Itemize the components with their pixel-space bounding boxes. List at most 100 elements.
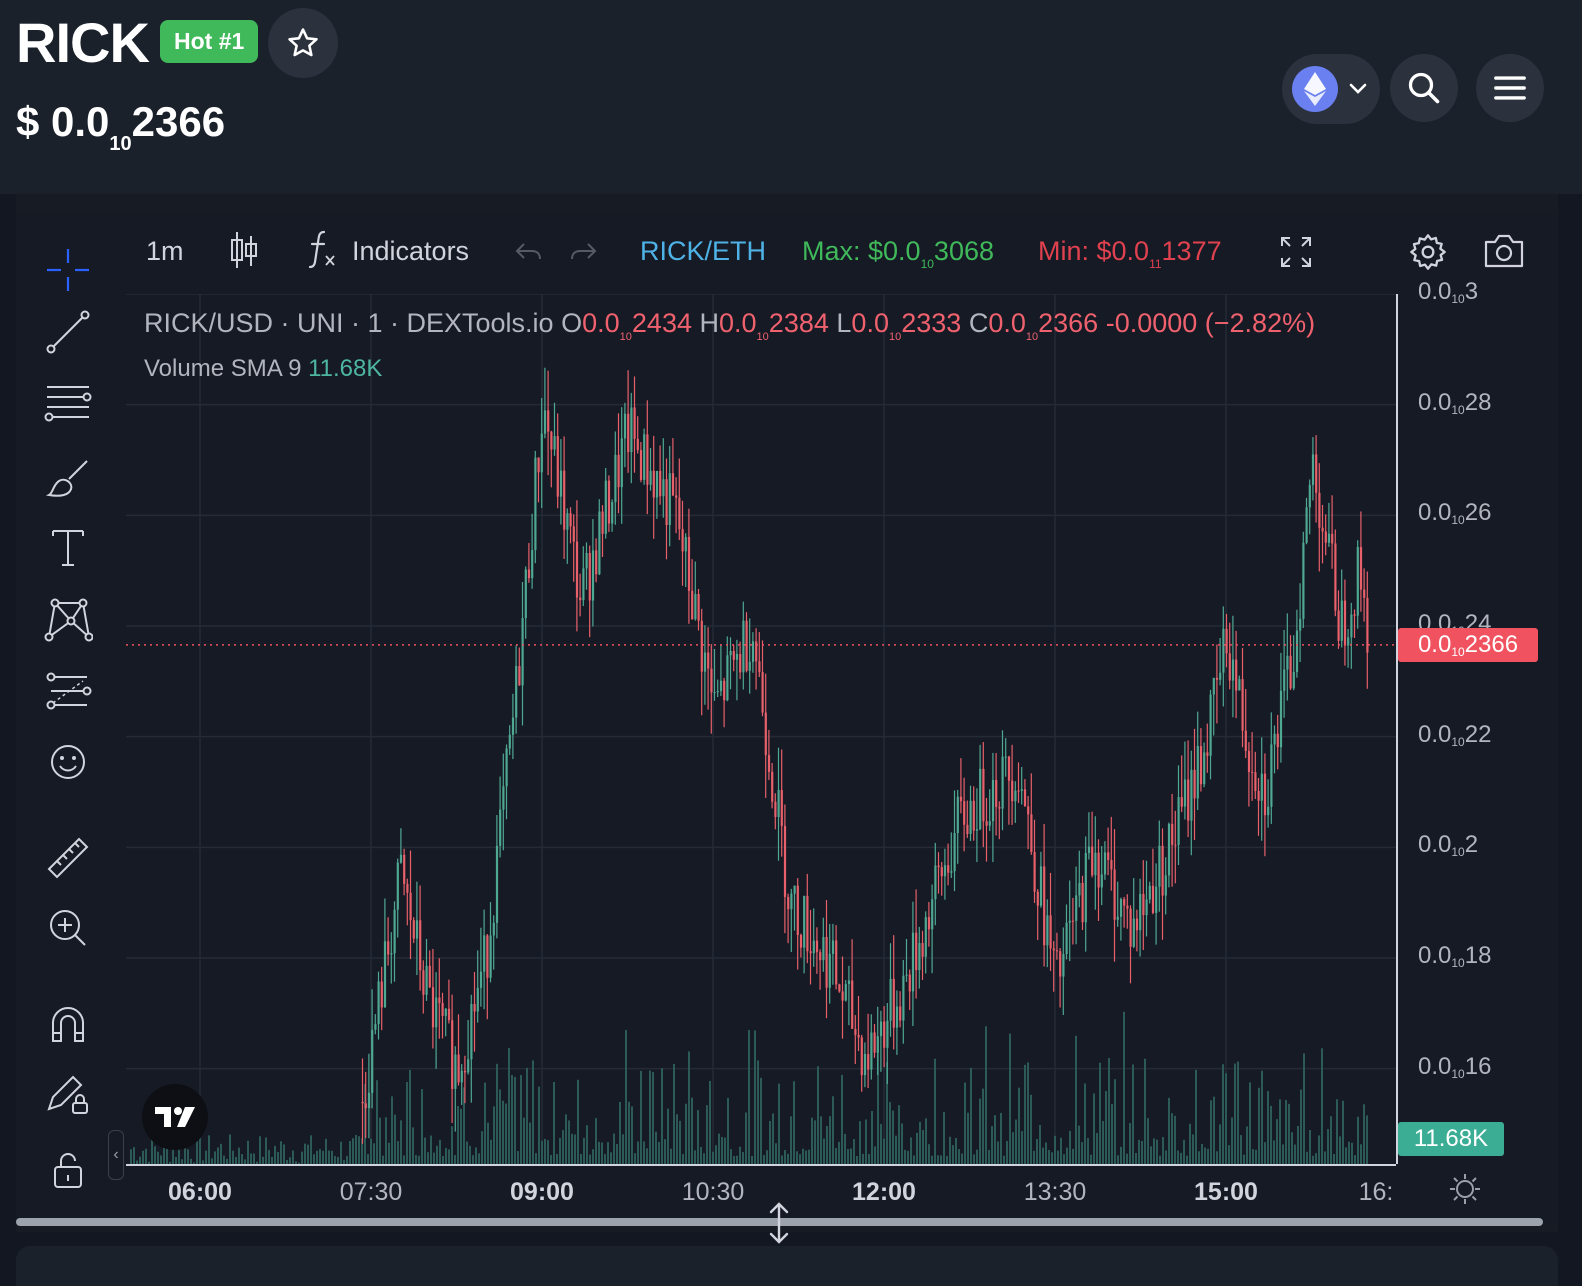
search-button[interactable] bbox=[1390, 54, 1458, 122]
volume-bar bbox=[436, 1145, 438, 1164]
volume-bar bbox=[649, 1070, 651, 1164]
volume-bar bbox=[1195, 1069, 1197, 1164]
menu-button[interactable] bbox=[1476, 54, 1544, 122]
candle-body bbox=[985, 821, 988, 826]
trend-line-tool[interactable] bbox=[40, 304, 96, 360]
candle-body bbox=[1183, 779, 1187, 807]
favorite-button[interactable] bbox=[268, 8, 338, 78]
volume-bar bbox=[793, 1081, 795, 1164]
candle-body bbox=[415, 920, 419, 939]
chain-selector[interactable] bbox=[1282, 54, 1380, 124]
brush-tool[interactable] bbox=[40, 450, 96, 506]
pair-switch-link[interactable]: RICK/ETH bbox=[640, 236, 766, 267]
candle-body bbox=[1356, 547, 1359, 616]
chart-type-button[interactable] bbox=[228, 230, 260, 277]
zoom-in-tool[interactable] bbox=[40, 900, 96, 956]
candle-body bbox=[870, 1032, 873, 1070]
ethereum-icon bbox=[1292, 66, 1338, 112]
candle-body bbox=[931, 899, 934, 930]
lock-all-drawings-tool[interactable] bbox=[40, 1142, 96, 1198]
candle-body bbox=[1267, 806, 1270, 816]
candle-body bbox=[1180, 797, 1183, 807]
time-axis-label: 10:30 bbox=[681, 1178, 745, 1206]
change-value: -0.0000 (−2.82%) bbox=[1105, 308, 1316, 338]
symbol-line: RICK/USD · UNI · 1 · DEXTools.io bbox=[144, 308, 554, 338]
candle-body bbox=[1263, 773, 1267, 816]
volume-bar bbox=[943, 1111, 945, 1164]
chart-settings-button[interactable] bbox=[1408, 232, 1448, 279]
price-plot[interactable] bbox=[126, 294, 1396, 1164]
candle-body bbox=[1139, 893, 1142, 931]
volume-bar bbox=[316, 1150, 318, 1164]
candle-body bbox=[950, 871, 953, 873]
candle-body bbox=[1238, 679, 1241, 691]
token-header: RICK Hot #1 $ 0.0102366 bbox=[0, 0, 1582, 194]
volume-bar bbox=[1135, 1152, 1137, 1164]
indicators-button[interactable]: Indicators bbox=[352, 236, 469, 267]
candle-body bbox=[1206, 752, 1209, 756]
volume-bar bbox=[988, 1149, 990, 1164]
hot-rank-badge[interactable]: Hot #1 bbox=[160, 20, 259, 63]
emoji-tool[interactable] bbox=[40, 734, 96, 790]
crosshair-tool[interactable] bbox=[40, 242, 96, 298]
candle-body bbox=[940, 867, 943, 877]
close-sub: 10 bbox=[1025, 331, 1039, 343]
text-tool[interactable] bbox=[40, 520, 96, 576]
candle-body bbox=[899, 1006, 902, 1021]
candle-body bbox=[540, 433, 543, 473]
candle-body bbox=[790, 893, 793, 910]
open-sub: 10 bbox=[619, 331, 632, 343]
auto-scale-button[interactable] bbox=[1448, 1172, 1482, 1211]
volume-bar bbox=[1132, 1064, 1134, 1164]
prediction-tool[interactable] bbox=[40, 664, 96, 720]
screenshot-button[interactable] bbox=[1482, 232, 1526, 277]
magnet-tool[interactable] bbox=[40, 996, 96, 1052]
candle-body bbox=[1065, 922, 1068, 955]
undo-button[interactable] bbox=[514, 238, 544, 275]
volume-bar bbox=[1153, 1138, 1155, 1164]
interval-selector[interactable]: 1m bbox=[146, 236, 184, 267]
fullscreen-button[interactable] bbox=[1278, 234, 1314, 277]
candle-body bbox=[595, 550, 598, 575]
stay-in-drawing-mode-tool[interactable] bbox=[40, 1066, 96, 1122]
candle-body bbox=[588, 553, 591, 601]
price-axis[interactable]: 0.01030.010280.010260.010240.010220.0102… bbox=[1396, 278, 1558, 1164]
volume-bar bbox=[550, 1154, 552, 1164]
candle-body bbox=[1353, 614, 1356, 616]
candle-body bbox=[406, 883, 409, 893]
resize-handle[interactable] bbox=[766, 1202, 792, 1244]
volume-bar bbox=[679, 1120, 681, 1164]
volume-bar bbox=[490, 1139, 492, 1164]
function-icon[interactable] bbox=[306, 228, 340, 277]
volume-bar bbox=[457, 1105, 459, 1164]
volume-bar bbox=[733, 1155, 735, 1164]
candle-body bbox=[835, 940, 838, 985]
redo-button[interactable] bbox=[568, 238, 598, 275]
volume-bar bbox=[1078, 1125, 1080, 1164]
price-axis-label: 0.0103 bbox=[1418, 278, 1479, 306]
collapse-toolbar-button[interactable]: ‹ bbox=[108, 1130, 124, 1180]
volume-bar bbox=[1366, 1115, 1368, 1164]
volume-bar bbox=[1216, 1151, 1218, 1164]
volume-bar bbox=[1267, 1091, 1269, 1164]
candle-body bbox=[691, 590, 694, 620]
volume-bar bbox=[610, 1152, 612, 1164]
candle-body bbox=[1052, 948, 1055, 951]
time-axis[interactable]: 06:00 07:30 09:00 10:30 12:00 13:30 15:00 16: bbox=[126, 1164, 1396, 1224]
candle-body bbox=[1324, 531, 1327, 543]
volume-bar bbox=[991, 1126, 993, 1164]
volume-bar bbox=[1288, 1103, 1290, 1164]
candle-body bbox=[678, 497, 681, 530]
tradingview-logo[interactable] bbox=[142, 1084, 208, 1150]
pattern-tool[interactable] bbox=[40, 592, 96, 648]
candle-body bbox=[537, 457, 540, 473]
volume-bar bbox=[1246, 1126, 1248, 1164]
volume-bar bbox=[385, 1117, 387, 1164]
low-sub: 10 bbox=[888, 331, 902, 343]
volume-bar bbox=[697, 1110, 699, 1164]
candle-body bbox=[838, 984, 841, 992]
token-symbol: RICK bbox=[16, 11, 150, 74]
fib-retracement-tool[interactable] bbox=[40, 376, 96, 432]
measure-tool[interactable] bbox=[40, 830, 96, 886]
candle-body bbox=[799, 935, 803, 948]
